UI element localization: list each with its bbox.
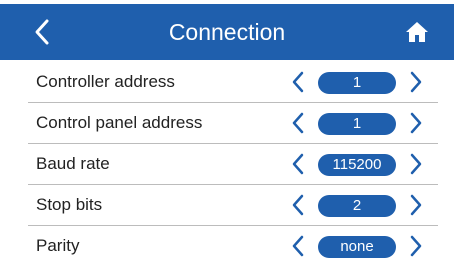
decrement-button[interactable]	[286, 111, 310, 135]
value-pill[interactable]: 1	[318, 113, 396, 135]
chevron-left-icon	[292, 153, 304, 175]
decrement-button[interactable]	[286, 70, 310, 94]
setting-row-control-panel-address: Control panel address 1	[28, 103, 438, 144]
setting-row-parity: Parity none	[28, 226, 438, 266]
setting-label: Control panel address	[36, 113, 203, 132]
decrement-button[interactable]	[286, 152, 310, 176]
setting-row-baud-rate: Baud rate 115200	[28, 144, 438, 185]
increment-button[interactable]	[404, 193, 428, 217]
decrement-button[interactable]	[286, 193, 310, 217]
setting-label: Controller address	[36, 72, 175, 91]
connection-screen: Connection Controller address 1 Control	[0, 0, 454, 264]
setting-label: Parity	[36, 236, 80, 255]
chevron-right-icon	[410, 235, 422, 257]
page-title: Connection	[168, 19, 286, 45]
chevron-right-icon	[410, 71, 422, 93]
decrement-button[interactable]	[286, 234, 310, 258]
setting-label: Stop bits	[36, 195, 103, 214]
value-pill[interactable]: 1	[318, 72, 396, 94]
chevron-right-icon	[410, 194, 422, 216]
chevron-left-icon	[292, 235, 304, 257]
setting-row-controller-address: Controller address 1	[28, 62, 438, 103]
increment-button[interactable]	[404, 111, 428, 135]
increment-button[interactable]	[404, 152, 428, 176]
settings-list: Controller address 1 Control panel addre…	[28, 62, 438, 266]
chevron-left-icon	[292, 71, 304, 93]
chevron-right-icon	[410, 112, 422, 134]
setting-label: Baud rate	[36, 154, 110, 173]
header-bar: Connection	[0, 4, 454, 60]
home-icon	[406, 22, 428, 42]
home-button[interactable]	[400, 15, 434, 49]
value-pill[interactable]: 115200	[318, 154, 396, 176]
increment-button[interactable]	[404, 70, 428, 94]
chevron-left-icon	[292, 112, 304, 134]
setting-row-stop-bits: Stop bits 2	[28, 185, 438, 226]
value-pill[interactable]: none	[318, 236, 396, 258]
value-pill[interactable]: 2	[318, 195, 396, 217]
chevron-right-icon	[410, 153, 422, 175]
chevron-left-icon	[292, 194, 304, 216]
increment-button[interactable]	[404, 234, 428, 258]
